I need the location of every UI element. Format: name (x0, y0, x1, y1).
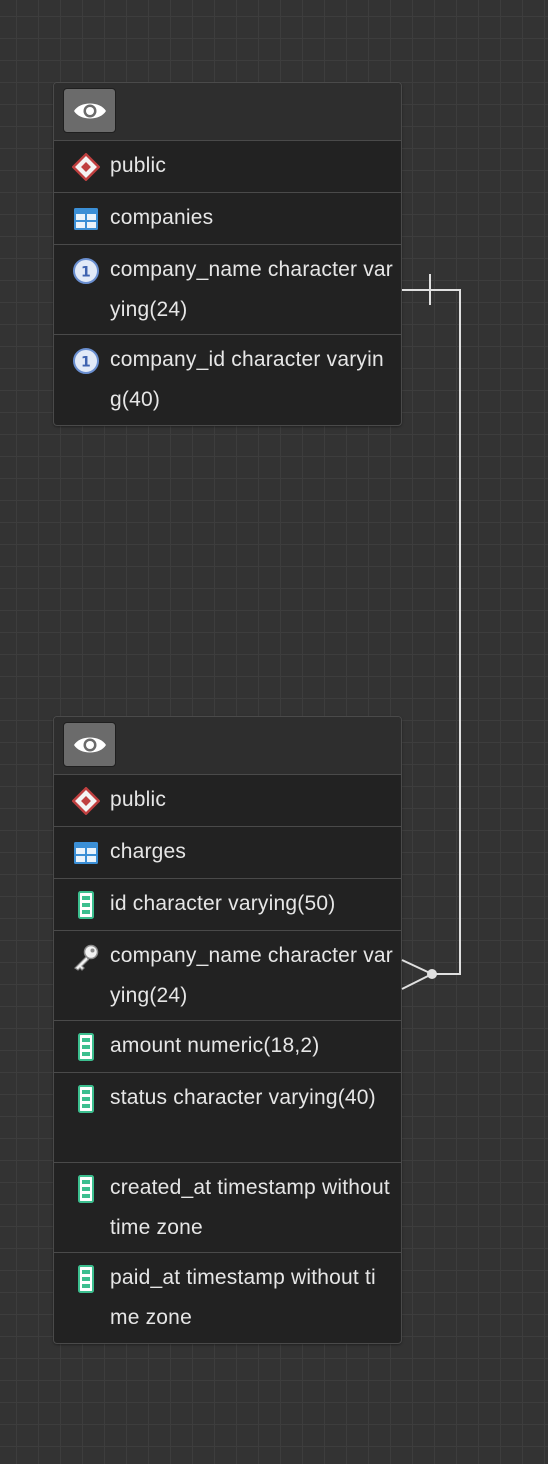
view-toggle-button[interactable] (63, 88, 116, 133)
relationship-path (402, 289, 461, 975)
column-label: status character varying(40) (110, 1086, 376, 1109)
column-row[interactable]: status character varying(40) (54, 1073, 401, 1163)
table-header (54, 83, 401, 141)
table-icon (72, 205, 100, 233)
svg-text:1: 1 (81, 355, 91, 371)
table-icon (72, 839, 100, 867)
column-label: company_id character varying(40) (110, 348, 384, 411)
column-label: id character varying(50) (110, 892, 336, 915)
column-icon (72, 1265, 100, 1293)
column-icon (72, 1033, 100, 1061)
table-name: companies (110, 206, 214, 229)
crowfoot-upper (401, 959, 433, 975)
many-cardinality-dot (427, 969, 437, 979)
table-name-row: companies (54, 193, 401, 245)
column-icon (72, 1175, 100, 1203)
schema-icon (72, 153, 100, 181)
column-icon (72, 891, 100, 919)
column-row[interactable]: created_at timestamp without time zone (54, 1163, 401, 1253)
column-row[interactable]: company_name character varying(24) (54, 931, 401, 1021)
crowfoot-lower (401, 973, 433, 990)
unique-icon: 1 (72, 257, 100, 285)
column-label: company_name character varying(24) (110, 258, 393, 321)
column-label: company_name character varying(24) (110, 944, 393, 1007)
table-charges[interactable]: public charges id character varying(50) (53, 716, 402, 1344)
schema-name: public (110, 154, 167, 177)
svg-text:1: 1 (81, 265, 91, 281)
column-row[interactable]: 1 company_name character varying(24) (54, 245, 401, 335)
column-row[interactable]: 1 company_id character varying(40) (54, 335, 401, 425)
column-row[interactable]: paid_at timestamp without time zone (54, 1253, 401, 1343)
column-label: paid_at timestamp without time zone (110, 1266, 376, 1329)
schema-icon (72, 787, 100, 815)
column-label: created_at timestamp without time zone (110, 1176, 390, 1239)
view-toggle-button[interactable] (63, 722, 116, 767)
unique-icon: 1 (72, 347, 100, 375)
schema-row: public (54, 775, 401, 827)
schema-row: public (54, 141, 401, 193)
schema-name: public (110, 788, 167, 811)
eye-icon (73, 737, 106, 752)
column-icon (72, 1085, 100, 1113)
table-companies[interactable]: public companies 1 company_name characte… (53, 82, 402, 426)
foreign-key-icon (72, 943, 100, 971)
column-label: amount numeric(18,2) (110, 1034, 320, 1057)
eye-icon (73, 103, 106, 118)
table-name-row: charges (54, 827, 401, 879)
column-row[interactable]: amount numeric(18,2) (54, 1021, 401, 1073)
table-header (54, 717, 401, 775)
column-row[interactable]: id character varying(50) (54, 879, 401, 931)
table-name: charges (110, 840, 187, 863)
